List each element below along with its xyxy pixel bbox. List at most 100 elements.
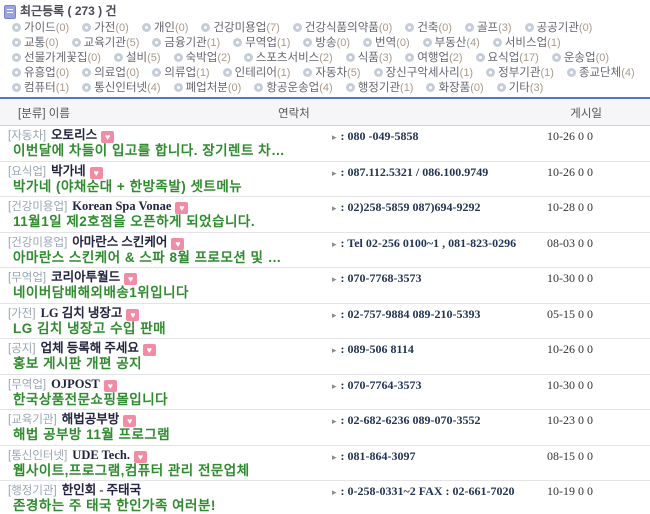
- category-link[interactable]: 가전(0): [82, 22, 129, 34]
- row-name-link[interactable]: 한인회 - 주태국: [62, 483, 141, 497]
- arrow-icon: ▸: [332, 168, 337, 178]
- category-link[interactable]: 스포츠서비스(2): [244, 52, 333, 64]
- category-link[interactable]: 교통(0): [12, 37, 59, 49]
- category-link[interactable]: 방송(0): [303, 37, 350, 49]
- category-count: (3): [530, 82, 543, 94]
- category-link[interactable]: 번역(0): [363, 37, 410, 49]
- row-name-link[interactable]: UDE Tech.: [72, 448, 130, 462]
- category-count: (3): [379, 52, 392, 64]
- category-link[interactable]: 부동산(4): [423, 37, 480, 49]
- category-link[interactable]: 종교단체(4): [567, 67, 635, 79]
- row-description-link[interactable]: 존경하는 주 태국 한인가족 여러분!: [13, 498, 216, 513]
- category-link[interactable]: 가이드(0): [12, 22, 69, 34]
- category-count: (5): [147, 52, 160, 64]
- category-label: 화장품: [438, 82, 470, 94]
- category-link[interactable]: 행정기관(1): [346, 82, 414, 94]
- category-link[interactable]: 의료업(0): [82, 67, 139, 79]
- row-description-link[interactable]: 한국상품전문쇼핑몰입니다: [13, 392, 168, 407]
- category-label: 건강미용업: [213, 22, 266, 34]
- category-link[interactable]: 선물가게꽃집(0): [12, 52, 101, 64]
- row-name-link[interactable]: 업체 등록해 주세요: [41, 341, 139, 355]
- row-category: [건강미용업]: [8, 201, 67, 213]
- arrow-icon: ▸: [332, 239, 337, 249]
- row-name-link[interactable]: 오토리스: [51, 128, 97, 142]
- category-count: (0): [56, 67, 69, 79]
- row-name-link[interactable]: 코리아투월드: [51, 270, 120, 284]
- row-date: 10-30 0 0: [547, 271, 593, 286]
- row-description-link[interactable]: 박가네 (야채순대 + 한방족발) 셋트메뉴: [13, 179, 242, 194]
- category-label: 설비: [126, 52, 147, 64]
- category-bullet-icon: [82, 23, 91, 32]
- row-date: 08-03 0 0: [547, 236, 593, 251]
- row-description-link[interactable]: 해법 공부방 11월 프로그램: [13, 427, 170, 442]
- row-description-link[interactable]: 네이버담배해외배송1위입니다: [13, 285, 189, 300]
- category-link[interactable]: 무역업(1): [233, 37, 290, 49]
- heart-icon: ♥: [124, 273, 137, 285]
- category-link[interactable]: 서비스업(1): [493, 37, 561, 49]
- category-link[interactable]: 기타(3): [497, 82, 544, 94]
- category-link[interactable]: 운송업(0): [552, 52, 609, 64]
- row-description-line: 박가네 (야채순대 + 한방족발) 셋트메뉴: [13, 179, 650, 196]
- category-count: (0): [379, 22, 392, 34]
- category-label: 숙박업: [186, 52, 218, 64]
- category-count: (0): [175, 22, 188, 34]
- arrow-icon: ▸: [332, 274, 337, 284]
- category-link[interactable]: 항공운송업(4): [254, 82, 332, 94]
- category-count: (1): [196, 67, 209, 79]
- category-bullet-icon: [346, 83, 355, 92]
- row-name-link[interactable]: Korean Spa Vonae: [72, 199, 171, 213]
- category-link[interactable]: 폐업처분(0): [174, 82, 242, 94]
- row-description-link[interactable]: 아마란스 스킨케어 & 스파 8월 프로모션 및 …: [13, 250, 282, 265]
- category-link[interactable]: 여행업(2): [405, 52, 462, 64]
- row-name-link[interactable]: OJPOST: [51, 377, 100, 391]
- category-count: (1): [460, 67, 473, 79]
- table-row: [건강미용업]아마란스 스킨케어♥▸: Tel 02-256 0100~1 , …: [0, 233, 650, 269]
- category-link[interactable]: 자동차(5): [303, 67, 360, 79]
- category-link[interactable]: 건축(0): [405, 22, 452, 34]
- category-link[interactable]: 금융기관(1): [152, 37, 220, 49]
- category-link[interactable]: 설비(5): [114, 52, 161, 64]
- category-link[interactable]: 숙박업(2): [174, 52, 231, 64]
- row-category: [무역업]: [8, 379, 46, 391]
- category-label: 골프: [477, 22, 498, 34]
- category-link[interactable]: 정부기관(1): [486, 67, 554, 79]
- row-name-link[interactable]: 해법공부방: [62, 412, 120, 426]
- column-header-name: [분류] 이름: [18, 105, 70, 121]
- row-description-link[interactable]: 홍보 게시판 개편 공지: [13, 356, 142, 371]
- row-date: 10-26 0 0: [547, 342, 593, 357]
- category-label: 장신구악세사리: [386, 67, 460, 79]
- category-link[interactable]: 골프(3): [465, 22, 512, 34]
- category-bullet-icon: [303, 68, 312, 77]
- category-link[interactable]: 건강식품의약품(0): [293, 22, 393, 34]
- row-contact: ▸: 070-7768-3573: [332, 271, 422, 286]
- row-name-link[interactable]: LG 김치 냉장고: [41, 306, 123, 320]
- category-link[interactable]: 인테리어(1): [223, 67, 291, 79]
- row-description-link[interactable]: 11월1일 제2호점을 오픈하게 되었습니다.: [13, 214, 255, 229]
- row-name-link[interactable]: 아마란스 스킨케어: [72, 235, 167, 249]
- category-link[interactable]: 식품(3): [346, 52, 393, 64]
- category-link[interactable]: 교육기관(5): [72, 37, 140, 49]
- row-category: [요식업]: [8, 166, 46, 178]
- category-count: (0): [56, 22, 69, 34]
- category-count: (1): [207, 37, 220, 49]
- category-link[interactable]: 건강미용업(7): [201, 22, 279, 34]
- category-label: 교육기관: [84, 37, 126, 49]
- row-description-link[interactable]: 이번달에 차들이 입고를 합니다. 장기렌트 차…: [13, 143, 285, 158]
- row-description-link[interactable]: 웹사이트,프로그램,컴퓨터 관리 전문업체: [13, 463, 250, 478]
- category-link[interactable]: 개인(0): [142, 22, 189, 34]
- category-label: 번역: [375, 37, 396, 49]
- category-link[interactable]: 컴퓨터(1): [12, 82, 69, 94]
- category-link[interactable]: 장신구악세사리(1): [374, 67, 474, 79]
- row-description-link[interactable]: LG 김치 냉장고 수입 판매: [13, 321, 166, 336]
- category-count: (1): [56, 82, 69, 94]
- category-link[interactable]: 공공기관(0): [525, 22, 593, 34]
- row-name-link[interactable]: 박가네: [51, 164, 86, 178]
- category-link[interactable]: 유흥업(0): [12, 67, 69, 79]
- category-bullet-icon: [493, 38, 502, 47]
- category-bullet-icon: [114, 53, 123, 62]
- category-link[interactable]: 통신인터넷(4): [82, 82, 160, 94]
- category-link[interactable]: 화장품(0): [426, 82, 483, 94]
- row-date: 10-28 0 0: [547, 200, 593, 215]
- category-link[interactable]: 의류업(1): [152, 67, 209, 79]
- category-link[interactable]: 요식업(17): [476, 52, 539, 64]
